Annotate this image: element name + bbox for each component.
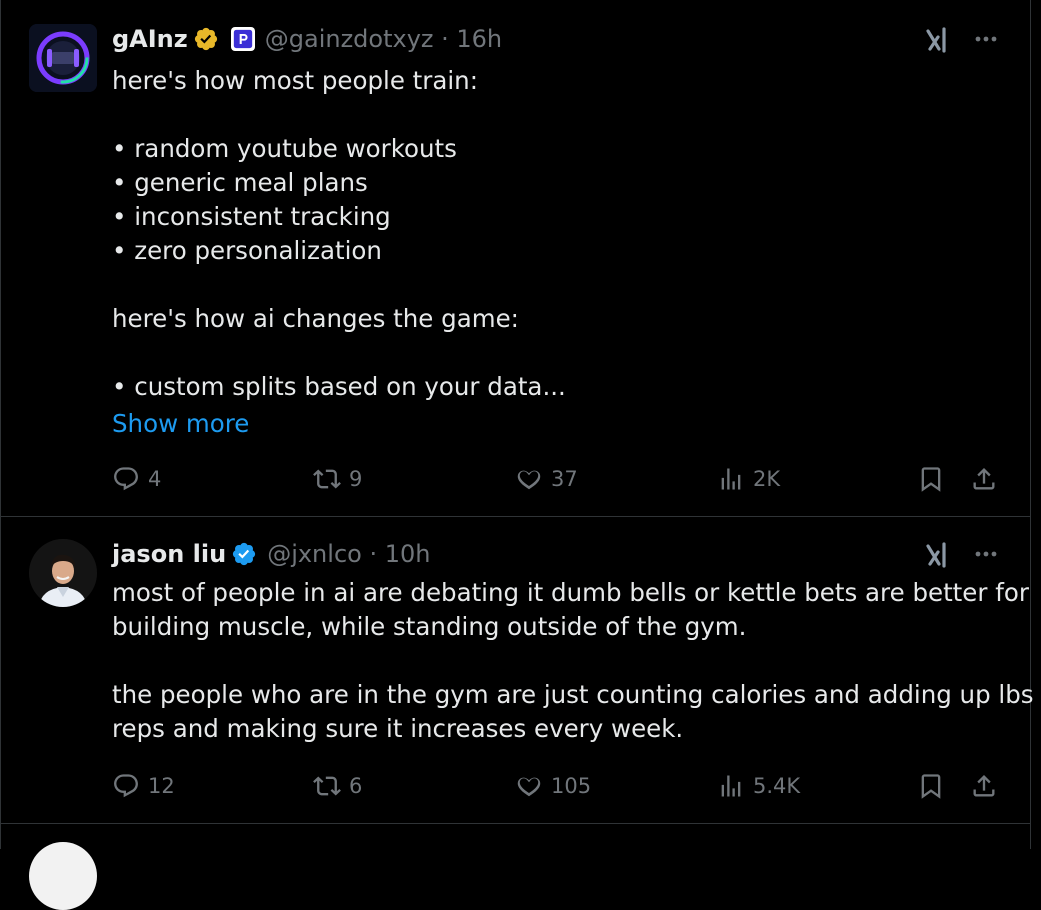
reply-count: 4 bbox=[148, 467, 162, 491]
avatar[interactable] bbox=[29, 539, 97, 607]
views-count: 2K bbox=[753, 467, 781, 491]
tweet-header: gAInz @gainzdotxyz · 16h bbox=[112, 22, 502, 56]
like-button[interactable]: 37 bbox=[515, 459, 578, 499]
views-icon bbox=[721, 468, 741, 490]
next-tweet-avatar[interactable] bbox=[29, 842, 97, 910]
author-name[interactable]: jason liu bbox=[112, 540, 226, 568]
bookmark-icon bbox=[921, 467, 941, 492]
repost-button[interactable]: 9 bbox=[313, 459, 362, 499]
reply-count: 12 bbox=[148, 774, 175, 798]
share-button[interactable] bbox=[970, 459, 998, 499]
repost-button[interactable]: 6 bbox=[313, 766, 362, 806]
tweet-text-line: • random youtube workouts bbox=[112, 134, 457, 163]
like-icon bbox=[517, 470, 541, 490]
bookmark-button[interactable] bbox=[917, 766, 945, 806]
tweet-header: jason liu @jxnlco · 10h bbox=[112, 537, 430, 571]
reply-icon bbox=[114, 774, 138, 798]
like-count: 105 bbox=[551, 774, 592, 798]
author-name[interactable]: gAInz bbox=[112, 25, 188, 53]
tweet-text-line: here's how most people train: bbox=[112, 66, 478, 95]
bookmark-button[interactable] bbox=[917, 459, 945, 499]
tweet-text-line bbox=[112, 336, 1002, 370]
views-count: 5.4K bbox=[753, 774, 801, 798]
reply-icon bbox=[114, 467, 138, 491]
reply-button[interactable]: 12 bbox=[112, 766, 175, 806]
verified-badge-icon[interactable] bbox=[193, 26, 219, 52]
verified-badge-icon[interactable] bbox=[231, 541, 257, 567]
author-handle-time[interactable]: @jxnlco · 10h bbox=[267, 540, 430, 568]
tweet-text-line: the people who are in the gym are just c… bbox=[112, 680, 1041, 709]
share-button[interactable] bbox=[970, 766, 998, 806]
avatar[interactable] bbox=[29, 24, 97, 92]
tweet-text: most of people in ai are debating it dum… bbox=[112, 576, 1041, 746]
repost-icon bbox=[313, 776, 341, 796]
grok-icon[interactable] bbox=[924, 540, 954, 570]
tweet-text-line: • zero personalization bbox=[112, 236, 382, 265]
tweet-text-line: building muscle, while standing outside … bbox=[112, 612, 747, 641]
tweet[interactable]: jason liu @jxnlco · 10h most of people i… bbox=[1, 517, 1041, 824]
more-icon[interactable] bbox=[971, 539, 1001, 569]
like-button[interactable]: 105 bbox=[515, 766, 591, 806]
share-icon bbox=[973, 468, 995, 490]
tweet-text-line: reps and making sure it increases every … bbox=[112, 714, 684, 743]
views-button[interactable]: 2K bbox=[717, 459, 780, 499]
grok-icon[interactable] bbox=[924, 25, 954, 55]
repost-count: 9 bbox=[349, 467, 363, 491]
tweet-text-line: • inconsistent tracking bbox=[112, 202, 391, 231]
share-icon bbox=[973, 775, 995, 797]
affiliate-badge-icon[interactable] bbox=[230, 27, 255, 51]
like-count: 37 bbox=[551, 467, 578, 491]
more-icon[interactable] bbox=[971, 24, 1001, 54]
tweet-text-line: here's how ai changes the game: bbox=[112, 304, 519, 333]
tweet[interactable]: gAInz @gainzdotxyz · 16h here's how most… bbox=[1, 0, 1030, 517]
tweet-actions: 12 6 105 5.4K bbox=[1, 766, 1030, 806]
like-icon bbox=[517, 777, 541, 797]
tweet-text-line: • generic meal plans bbox=[112, 168, 368, 197]
views-icon bbox=[721, 775, 741, 797]
tweet-text-line: • custom splits based on your data... bbox=[112, 372, 566, 401]
tweet-text-line: most of people in ai are debating it dum… bbox=[112, 578, 1029, 607]
repost-count: 6 bbox=[349, 774, 363, 798]
tweet-text-line bbox=[112, 644, 1002, 678]
tweet-actions: 4 9 37 2K bbox=[1, 459, 1030, 499]
views-button[interactable]: 5.4K bbox=[717, 766, 800, 806]
bookmark-icon bbox=[921, 774, 941, 799]
tweet-text-line bbox=[112, 268, 1002, 302]
tweet-text: here's how most people train: • random y… bbox=[112, 64, 1002, 404]
author-handle-time[interactable]: @gainzdotxyz · 16h bbox=[265, 25, 502, 53]
tweet-text-line bbox=[112, 98, 1002, 132]
reply-button[interactable]: 4 bbox=[112, 459, 161, 499]
repost-icon bbox=[313, 469, 341, 489]
show-more-link[interactable]: Show more bbox=[112, 407, 249, 441]
timeline-feed: gAInz @gainzdotxyz · 16h here's how most… bbox=[0, 0, 1041, 910]
